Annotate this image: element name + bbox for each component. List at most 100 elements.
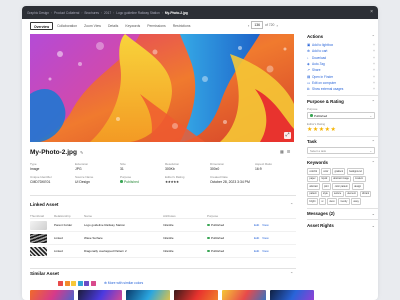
keyword-tag[interactable]: print: [321, 183, 332, 190]
tab-restrictions[interactable]: Restrictions: [170, 22, 194, 30]
pager-current[interactable]: 136: [251, 21, 264, 29]
meta-label: Created Date: [210, 174, 228, 179]
keyword-tag[interactable]: wavy: [351, 198, 362, 205]
similar-asset-thumb[interactable]: [126, 290, 170, 300]
keyword-tag[interactable]: texture: [331, 190, 344, 198]
purpose-cell: Published: [207, 223, 254, 227]
keywords-header: Keywords ⌃: [307, 160, 378, 165]
action-show-external-usages[interactable]: ⧉ Show external usages +: [307, 86, 378, 92]
keyword-tag[interactable]: bright: [307, 198, 318, 205]
keyword-tag[interactable]: colorful: [307, 168, 320, 175]
meta-created-date: Created Date October 28, 2023 3:34 PM: [210, 175, 255, 184]
keyword-tag[interactable]: liquid: [319, 175, 330, 183]
editor-star-rating[interactable]: ★★★★★: [307, 126, 378, 133]
star-rating: ★★★★★: [165, 179, 179, 184]
breadcrumb-item[interactable]: Logo guideline Railway Station: [116, 11, 160, 15]
meta-label: Purpose: [120, 174, 132, 179]
meta-value: 300x0: [210, 166, 220, 171]
chevron-up-icon[interactable]: ⌃: [372, 34, 375, 39]
linked-asset-title: Linked Asset: [30, 202, 59, 207]
meta-value: 16:9: [255, 166, 262, 171]
task-select[interactable]: Select a task ⌄: [307, 147, 375, 154]
keyword-tag[interactable]: deco: [327, 198, 337, 205]
meta-size: Size 31: [120, 162, 165, 171]
breadcrumb-item[interactable]: Product Collateral: [54, 11, 79, 15]
tab-permissions[interactable]: Permissions: [144, 22, 168, 30]
pencil-icon[interactable]: ✎: [80, 150, 83, 155]
purpose-select[interactable]: Published ⌄: [307, 112, 375, 119]
chevron-up-icon[interactable]: ⌃: [290, 271, 293, 276]
list-view-icon[interactable]: ☰: [287, 149, 291, 154]
chevron-up-icon[interactable]: ⌃: [372, 160, 375, 165]
name-cell: Diagonally overlapped Pattern 2: [84, 249, 127, 253]
color-swatch[interactable]: [64, 281, 70, 286]
similar-asset-thumb[interactable]: [30, 290, 74, 300]
breadcrumb-item[interactable]: Graphic Design: [27, 11, 49, 15]
divider: [30, 195, 296, 196]
meta-label: Extension: [75, 162, 89, 166]
chevron-up-icon[interactable]: ⌃: [290, 202, 293, 207]
keyword-tag[interactable]: color: [320, 168, 331, 175]
fullscreen-icon[interactable]: ⤢: [284, 132, 291, 139]
row-actions: Edit View: [254, 236, 276, 240]
keyword-tag[interactable]: design: [351, 183, 364, 190]
published-dot-icon: [120, 180, 123, 183]
keyword-tag[interactable]: trendy: [338, 198, 350, 205]
tab-zoom-view[interactable]: Zoom View: [81, 22, 104, 30]
more-similar-colors-link[interactable]: ⊕ More with similar colors: [104, 281, 143, 285]
grid-view-icon[interactable]: ▦: [280, 149, 284, 154]
color-swatch[interactable]: [84, 281, 89, 286]
breadcrumb-current: My-Photo-2.jpg: [164, 10, 188, 15]
next-arrow-icon[interactable]: ›: [276, 23, 277, 28]
edit-link[interactable]: Edit: [254, 249, 259, 253]
tab-collaboration[interactable]: Collaboration: [54, 22, 80, 30]
color-swatch[interactable]: [90, 281, 96, 286]
breadcrumb-item[interactable]: Brochures: [84, 11, 99, 15]
edit-link[interactable]: Edit: [254, 236, 259, 240]
tab-overview[interactable]: Overview: [30, 22, 54, 30]
similar-asset-thumb[interactable]: [78, 290, 122, 300]
keyword-tag[interactable]: background: [346, 168, 365, 175]
plus-icon: +: [373, 74, 375, 79]
color-swatch[interactable]: [77, 281, 83, 286]
asset-preview-image[interactable]: ⤢: [30, 34, 294, 142]
keyword-tag[interactable]: vibrant: [359, 190, 372, 198]
column-header: Thumbnail: [30, 213, 45, 218]
color-swatch[interactable]: [71, 281, 76, 286]
table-row[interactable]: Parent Folder Logo guideline Railway Sta…: [30, 219, 296, 232]
chevron-down-icon[interactable]: ⌄: [372, 223, 375, 228]
color-swatch[interactable]: [58, 281, 63, 286]
messages-header[interactable]: Messages (2) ⌄: [307, 211, 378, 216]
tab-keywords[interactable]: Keywords: [122, 22, 143, 30]
edit-link[interactable]: Edit: [254, 223, 259, 227]
keyword-tag[interactable]: gradient: [332, 168, 346, 175]
keyword-tag[interactable]: modern: [352, 175, 366, 183]
view-link[interactable]: View: [262, 236, 268, 240]
meta-label: Aspect Ratio: [255, 162, 273, 166]
table-row[interactable]: Linked Diagonally overlapped Pattern 2 I…: [30, 245, 296, 258]
view-link[interactable]: View: [262, 223, 268, 227]
divider: [307, 207, 378, 208]
breadcrumb-item[interactable]: 2017: [104, 11, 111, 15]
keyword-tag[interactable]: element: [344, 190, 359, 198]
keyword-tag[interactable]: style: [320, 190, 331, 198]
keyword-tag[interactable]: color pattern: [332, 183, 351, 190]
similar-asset-thumb[interactable]: [270, 290, 314, 300]
asset-rights-header[interactable]: Asset Rights ⌄: [307, 223, 378, 228]
previous-arrow-icon[interactable]: ‹: [248, 23, 249, 28]
chevron-up-icon[interactable]: ⌃: [372, 139, 375, 144]
tab-details[interactable]: Details: [105, 22, 121, 30]
keyword-tag[interactable]: abstract: [307, 183, 321, 190]
chevron-down-icon[interactable]: ⌄: [372, 211, 375, 216]
chevron-up-icon[interactable]: ⌃: [372, 99, 375, 104]
table-row[interactable]: Linked Wave Surface Infantile Published …: [30, 232, 296, 245]
similar-asset-thumb[interactable]: [174, 290, 218, 300]
similar-asset-thumb[interactable]: [222, 290, 266, 300]
keyword-tag[interactable]: abstract image: [330, 175, 352, 183]
close-icon[interactable]: ×: [370, 9, 373, 15]
view-link[interactable]: View: [262, 249, 268, 253]
keywords-title: Keywords: [307, 160, 328, 166]
keyword-tag[interactable]: pattern: [307, 190, 320, 198]
keyword-tag[interactable]: paper: [307, 175, 318, 183]
keyword-tag[interactable]: ui: [319, 198, 326, 205]
